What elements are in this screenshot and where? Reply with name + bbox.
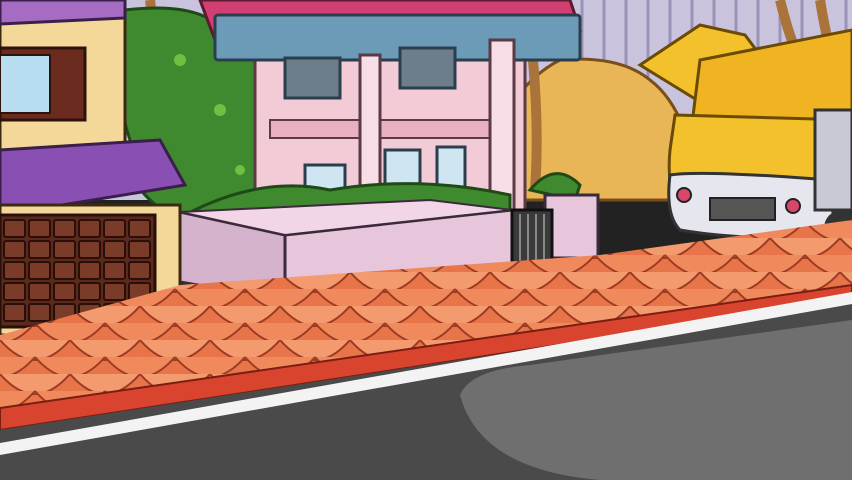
small-iron-gate[interactable] xyxy=(510,208,554,267)
pink-two-story-house xyxy=(198,0,583,212)
scene-canvas xyxy=(0,0,852,480)
game-scene xyxy=(0,0,852,480)
yellow-truck-hood-open[interactable] xyxy=(637,23,852,246)
